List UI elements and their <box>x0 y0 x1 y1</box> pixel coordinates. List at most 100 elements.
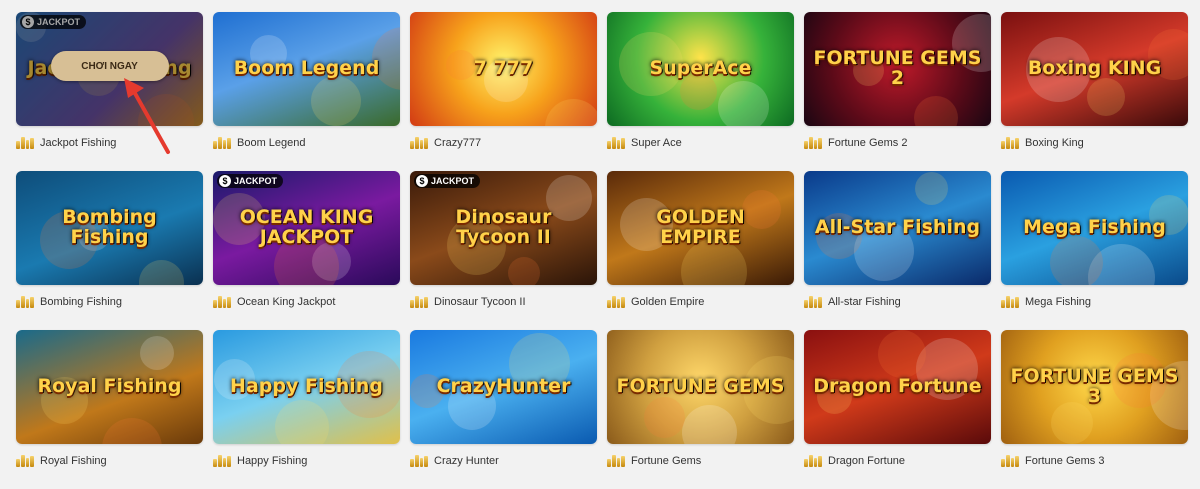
game-thumbnail[interactable]: Happy Fishing <box>213 330 400 444</box>
game-name[interactable]: Crazy777 <box>434 137 481 149</box>
game-name[interactable]: Dragon Fortune <box>828 455 905 467</box>
game-thumbnail[interactable]: CrazyHunter <box>410 330 597 444</box>
game-card-dragon-fortune[interactable]: Dragon Fortune Dragon Fortune <box>804 330 991 489</box>
game-name[interactable]: Ocean King Jackpot <box>237 296 335 308</box>
game-name[interactable]: Golden Empire <box>631 296 704 308</box>
provider-logo-icon <box>804 296 822 308</box>
game-label-row: Ocean King Jackpot <box>213 296 335 308</box>
artwork-decoration <box>311 76 361 126</box>
game-label-row: Boom Legend <box>213 137 306 149</box>
provider-logo-icon <box>607 455 625 467</box>
game-card-boxing-king[interactable]: Boxing KING Boxing King <box>1001 12 1188 171</box>
game-name[interactable]: Super Ace <box>631 137 682 149</box>
dollar-coin-icon: $ <box>416 175 428 187</box>
game-name[interactable]: Fortune Gems <box>631 455 701 467</box>
game-name[interactable]: Happy Fishing <box>237 455 307 467</box>
provider-logo-icon <box>1001 137 1019 149</box>
game-card-crazy777[interactable]: 7 777 Crazy777 <box>410 12 597 171</box>
provider-logo-icon <box>607 296 625 308</box>
game-name[interactable]: Mega Fishing <box>1025 296 1091 308</box>
game-card-super-ace[interactable]: SuperAce Super Ace <box>607 12 794 171</box>
provider-logo-icon <box>213 137 231 149</box>
game-card-fortune-gems-3[interactable]: FORTUNE GEMS 3 Fortune Gems 3 <box>1001 330 1188 489</box>
game-logo-art: FORTUNE GEMS <box>616 375 785 398</box>
artwork-decoration <box>915 172 948 205</box>
game-name[interactable]: Royal Fishing <box>40 455 107 467</box>
artwork-decoration <box>139 260 184 285</box>
game-thumbnail[interactable]: Jackpot Fishing$JACKPOTCHƠI NGAY <box>16 12 203 126</box>
game-thumbnail[interactable]: Dinosaur Tycoon II $ JACKPOT <box>410 171 597 285</box>
game-label-row: Fortune Gems 3 <box>1001 455 1104 467</box>
game-card-crazy-hunter[interactable]: CrazyHunter Crazy Hunter <box>410 330 597 489</box>
game-card-golden-empire[interactable]: GOLDEN EMPIRE Golden Empire <box>607 171 794 330</box>
provider-logo-icon <box>410 455 428 467</box>
game-card-happy-fishing[interactable]: Happy Fishing Happy Fishing <box>213 330 400 489</box>
game-name[interactable]: Dinosaur Tycoon II <box>434 296 526 308</box>
game-name[interactable]: Boom Legend <box>237 137 306 149</box>
play-now-button[interactable]: CHƠI NGAY <box>50 51 169 81</box>
game-label-row: Bombing Fishing <box>16 296 122 308</box>
game-thumbnail[interactable]: GOLDEN EMPIRE <box>607 171 794 285</box>
game-thumbnail[interactable]: FORTUNE GEMS 3 <box>1001 330 1188 444</box>
game-thumbnail[interactable]: 7 777 <box>410 12 597 126</box>
game-thumbnail[interactable]: Royal Fishing <box>16 330 203 444</box>
game-logo-art: Bombing Fishing <box>62 206 157 248</box>
game-card-royal-fishing[interactable]: Royal Fishing Royal Fishing <box>16 330 203 489</box>
game-thumbnail[interactable]: SuperAce <box>607 12 794 126</box>
game-label-row: Happy Fishing <box>213 455 307 467</box>
game-card-jackpot-fishing[interactable]: Jackpot Fishing$JACKPOTCHƠI NGAY Jackpot … <box>16 12 203 171</box>
game-label-row: Dinosaur Tycoon II <box>410 296 526 308</box>
game-name[interactable]: All-star Fishing <box>828 296 901 308</box>
provider-logo-icon <box>213 296 231 308</box>
game-logo-art: All-Star Fishing <box>814 216 981 239</box>
game-card-ocean-king-jackpot[interactable]: OCEAN KING JACKPOT $ JACKPOT Ocean King Jac… <box>213 171 400 330</box>
game-card-fortune-gems[interactable]: FORTUNE GEMS Fortune Gems <box>607 330 794 489</box>
game-thumbnail[interactable]: All-Star Fishing <box>804 171 991 285</box>
provider-logo-icon <box>16 137 34 149</box>
game-card-mega-fishing[interactable]: Mega Fishing Mega Fishing <box>1001 171 1188 330</box>
game-logo-art: CrazyHunter <box>436 375 571 398</box>
game-grid: Jackpot Fishing$JACKPOTCHƠI NGAYJackpot … <box>16 12 1188 489</box>
jackpot-badge-label: JACKPOT <box>431 176 475 186</box>
game-logo-art: Boxing KING <box>1027 57 1162 80</box>
game-thumbnail[interactable]: Boxing KING <box>1001 12 1188 126</box>
game-thumbnail[interactable]: Bombing Fishing <box>16 171 203 285</box>
game-card-boom-legend[interactable]: Boom Legend Boom Legend <box>213 12 400 171</box>
game-logo-art: SuperAce <box>649 57 752 80</box>
game-logo-art: FORTUNE GEMS 2 <box>813 47 982 89</box>
provider-logo-icon <box>16 296 34 308</box>
game-card-fortune-gems-2[interactable]: FORTUNE GEMS 2 Fortune Gems 2 <box>804 12 991 171</box>
game-label-row: Mega Fishing <box>1001 296 1091 308</box>
game-logo-art: Dragon Fortune <box>813 375 982 398</box>
game-label-row: Crazy777 <box>410 137 481 149</box>
provider-logo-icon <box>410 296 428 308</box>
game-logo-art: Boom Legend <box>233 57 380 80</box>
game-label-row: All-star Fishing <box>804 296 901 308</box>
artwork-decoration <box>1087 78 1125 116</box>
game-card-bombing-fishing[interactable]: Bombing Fishing Bombing Fishing <box>16 171 203 330</box>
artwork-decoration <box>140 336 174 370</box>
artwork-decoration <box>102 418 162 444</box>
game-thumbnail[interactable]: Boom Legend <box>213 12 400 126</box>
game-name[interactable]: Crazy Hunter <box>434 455 499 467</box>
game-thumbnail[interactable]: Dragon Fortune <box>804 330 991 444</box>
provider-logo-icon <box>213 455 231 467</box>
jackpot-badge-label: JACKPOT <box>234 176 278 186</box>
game-label-row: Royal Fishing <box>16 455 107 467</box>
artwork-decoration <box>878 330 926 378</box>
game-name[interactable]: Jackpot Fishing <box>40 137 116 149</box>
game-thumbnail[interactable]: Mega Fishing <box>1001 171 1188 285</box>
game-thumbnail[interactable]: FORTUNE GEMS 2 <box>804 12 991 126</box>
game-name[interactable]: Fortune Gems 3 <box>1025 455 1104 467</box>
game-name[interactable]: Bombing Fishing <box>40 296 122 308</box>
game-name[interactable]: Boxing King <box>1025 137 1084 149</box>
provider-logo-icon <box>804 137 822 149</box>
game-card-all-star-fishing[interactable]: All-Star Fishing All-star Fishing <box>804 171 991 330</box>
artwork-decoration <box>682 405 737 444</box>
game-card-dinosaur-tycoon-ii[interactable]: Dinosaur Tycoon II $ JACKPOT Dinosaur Tycoo… <box>410 171 597 330</box>
game-name[interactable]: Fortune Gems 2 <box>828 137 907 149</box>
game-thumbnail[interactable]: FORTUNE GEMS <box>607 330 794 444</box>
jackpot-badge: $ JACKPOT <box>414 174 481 188</box>
artwork-decoration <box>1051 402 1093 444</box>
game-thumbnail[interactable]: OCEAN KING JACKPOT $ JACKPOT <box>213 171 400 285</box>
